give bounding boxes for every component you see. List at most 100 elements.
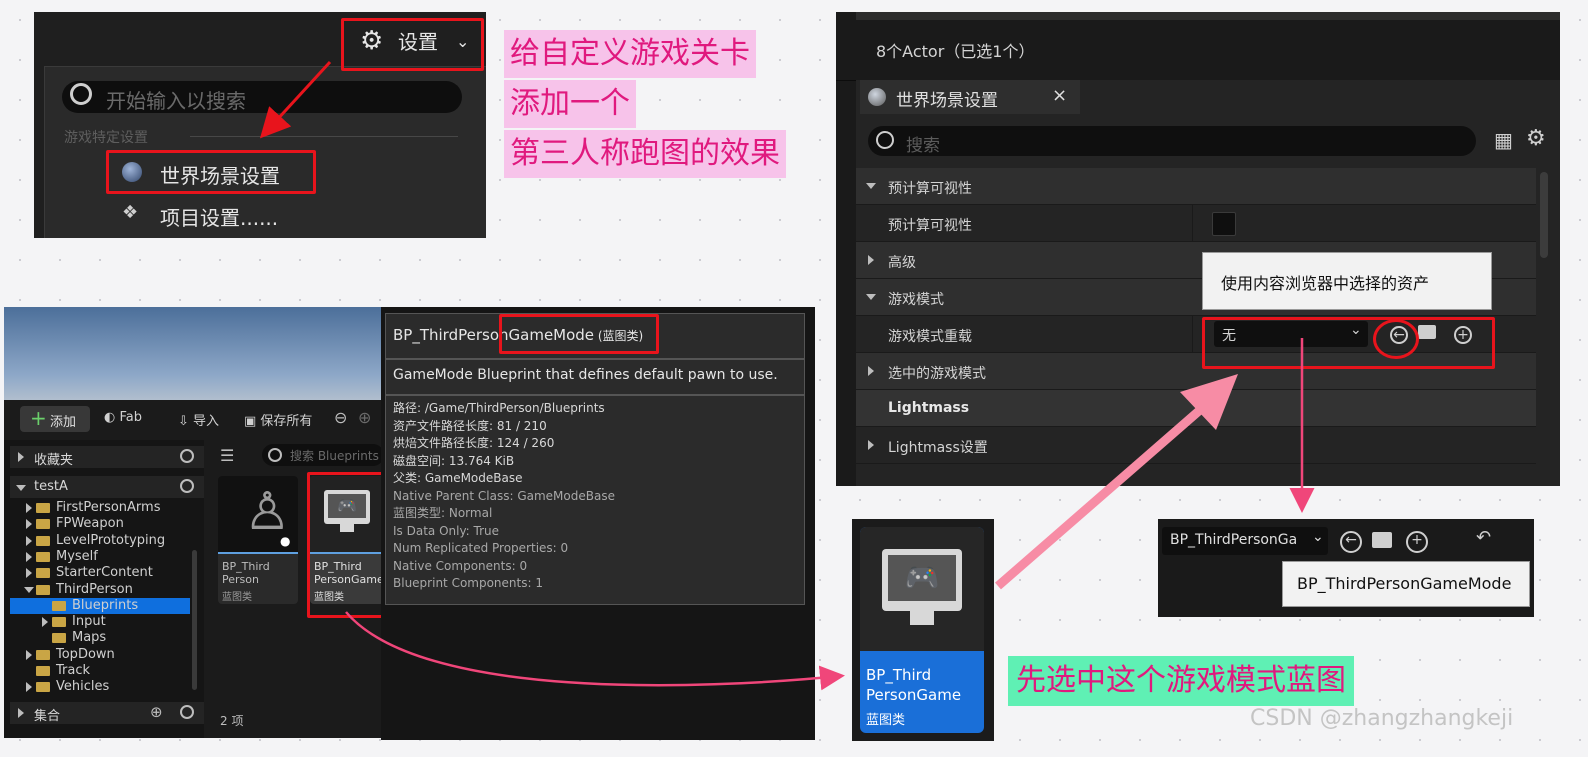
highlight-gamemode-asset: [307, 472, 385, 618]
globe-icon: [868, 88, 886, 106]
tree-item-label: Myself: [56, 548, 98, 564]
add-collection-icon[interactable]: ⊕: [150, 703, 163, 721]
tooltip-property: 父类: GameModeBase: [393, 471, 523, 485]
browse-folder-icon[interactable]: [1372, 532, 1392, 548]
tree-item[interactable]: Maps: [10, 630, 190, 646]
save-icon: ▣: [244, 414, 261, 429]
tooltip-property: Is Data Only: True: [393, 523, 500, 538]
tree-item-label: ThirdPerson: [56, 581, 133, 597]
tree-item[interactable]: Vehicles: [10, 679, 190, 695]
tree-item-label: Vehicles: [56, 679, 110, 695]
tree-item[interactable]: Track: [10, 663, 190, 679]
favorites-search-icon[interactable]: [180, 449, 194, 463]
folder-icon: [36, 584, 50, 595]
tree-item[interactable]: FPWeapon: [10, 516, 190, 532]
tree-item[interactable]: TopDown: [10, 647, 190, 663]
mannequin-icon: ♙: [244, 482, 291, 542]
tooltip-property: 烘焙文件路径长度: 124 / 260: [393, 436, 555, 450]
annotation-line1: 给自定义游戏关卡: [504, 30, 756, 78]
fab-button[interactable]: ◐ Fab: [104, 410, 142, 425]
table-view-icon[interactable]: ▦: [1494, 128, 1513, 152]
result-tooltip: BP_ThirdPersonGameMode: [1282, 561, 1530, 607]
category-precomputed[interactable]: 预计算可视性: [856, 168, 1536, 205]
tree-item[interactable]: Input: [10, 614, 190, 630]
folder-icon: [36, 666, 50, 676]
add-new-icon[interactable]: +: [1406, 531, 1428, 553]
expand-icon[interactable]: [26, 551, 32, 562]
tree-item[interactable]: Myself: [10, 549, 190, 565]
tree-item[interactable]: FirstPersonArms: [10, 500, 190, 516]
tree-item-label: Blueprints: [72, 597, 139, 613]
details-scrollbar[interactable]: [1540, 172, 1548, 258]
gear-icon[interactable]: ⚙: [1526, 126, 1546, 151]
folder-icon: [36, 503, 50, 513]
result-gamemode-combo[interactable]: BP_ThirdPersonGa ⌄: [1162, 527, 1328, 555]
collapse-icon[interactable]: [24, 586, 34, 593]
folder-icon: [52, 617, 66, 628]
tree-item-label: StarterContent: [56, 565, 153, 581]
folder-icon: [36, 649, 50, 660]
expand-icon[interactable]: [26, 649, 32, 660]
back-icon[interactable]: ⊖: [334, 408, 347, 427]
annotation-line2: 添加一个: [504, 80, 636, 128]
fab-icon: ◐: [104, 410, 120, 425]
tooltip-property: 路径: /Game/ThirdPerson/Blueprints: [393, 401, 605, 415]
tree-scrollbar[interactable]: [192, 550, 197, 690]
favorites-header[interactable]: 收藏夹: [10, 446, 204, 468]
tree-item-label: Maps: [72, 630, 107, 646]
precomputed-checkbox[interactable]: [1212, 212, 1236, 236]
project-search-icon[interactable]: [180, 479, 194, 493]
tooltip-property: Num Replicated Properties: 0: [393, 541, 569, 555]
chevron-down-icon: ⌄: [1312, 529, 1324, 545]
collections-header[interactable]: 集合 ⊕: [10, 702, 204, 724]
collections-search-icon[interactable]: [180, 705, 194, 719]
filter-icon[interactable]: ☰: [220, 446, 234, 465]
expand-icon[interactable]: [26, 568, 32, 579]
viewport-strip: [4, 307, 384, 405]
search-icon: [876, 131, 894, 149]
asset-search-input[interactable]: 搜索 Blueprints: [262, 444, 384, 466]
expand-icon[interactable]: [42, 617, 48, 628]
save-all-button[interactable]: ▣ 保存所有: [244, 410, 312, 429]
use-selected-tooltip: 使用内容浏览器中选择的资产: [1202, 252, 1492, 310]
actor-count: 8个Actor（已选1个）: [876, 42, 1035, 61]
selected-asset-tile[interactable]: 🎮 BP_Third PersonGame 蓝图类: [852, 519, 994, 741]
tree-item-label: Track: [56, 663, 91, 678]
tree-item[interactable]: LevelPrototyping: [10, 533, 190, 549]
close-tab-icon[interactable]: ×: [1052, 85, 1067, 106]
tab-world-settings[interactable]: 世界场景设置 ×: [860, 80, 1080, 114]
result-widget: BP_ThirdPersonGa ⌄ ← + ↶ BP_ThirdPersonG…: [1158, 519, 1534, 617]
expand-icon[interactable]: [26, 682, 32, 693]
import-button[interactable]: ⇩ 导入: [178, 410, 219, 429]
item-count: 2 项: [220, 714, 244, 728]
asset-tile-character[interactable]: ♙ ● BP_Third Person 蓝图类: [218, 476, 298, 604]
expand-icon[interactable]: [26, 519, 32, 530]
tree-item[interactable]: Blueprints: [10, 597, 190, 614]
tooltip-property: Native Components: 0: [393, 558, 528, 573]
search-icon: [268, 448, 282, 462]
prop-row-precomputed: 预计算可视性: [856, 205, 1536, 242]
tooltip-description: GameMode Blueprint that defines default …: [393, 367, 778, 383]
tooltip-properties: 路径: /Game/ThirdPerson/Blueprints 资产文件路径长度…: [393, 400, 615, 593]
highlight-override-widget: [1202, 317, 1495, 369]
folder-icon: [36, 568, 50, 579]
project-header[interactable]: testA: [10, 476, 204, 498]
expand-icon[interactable]: [26, 535, 32, 546]
category-lightmass[interactable]: Lightmass: [856, 390, 1536, 427]
tooltip-property: 磁盘空间: 13.764 KiB: [393, 453, 515, 468]
reset-icon[interactable]: ↶: [1476, 527, 1491, 548]
annotation-select-hint: 先选中这个游戏模式蓝图: [1008, 656, 1354, 706]
prop-row-lightmass[interactable]: Lightmass设置: [856, 427, 1536, 464]
tree-item[interactable]: StarterContent: [10, 565, 190, 581]
gamepad-monitor-icon: 🎮: [882, 549, 962, 611]
tooltip-property: 蓝图类型: Normal: [393, 506, 493, 520]
use-selected-asset-icon[interactable]: ←: [1340, 531, 1362, 553]
tree-item-label: Input: [72, 614, 106, 630]
details-search-input[interactable]: 搜索: [868, 126, 1476, 156]
asset-tooltip: BP_ThirdPersonGameMode (蓝图类) GameMode Bl…: [381, 307, 815, 740]
forward-icon[interactable]: ⊕: [358, 408, 371, 427]
add-button[interactable]: + 添加: [20, 406, 90, 432]
highlight-use-selected-circle: [1373, 319, 1419, 359]
tree-item[interactable]: ThirdPerson: [10, 582, 190, 598]
expand-icon[interactable]: [26, 503, 32, 513]
